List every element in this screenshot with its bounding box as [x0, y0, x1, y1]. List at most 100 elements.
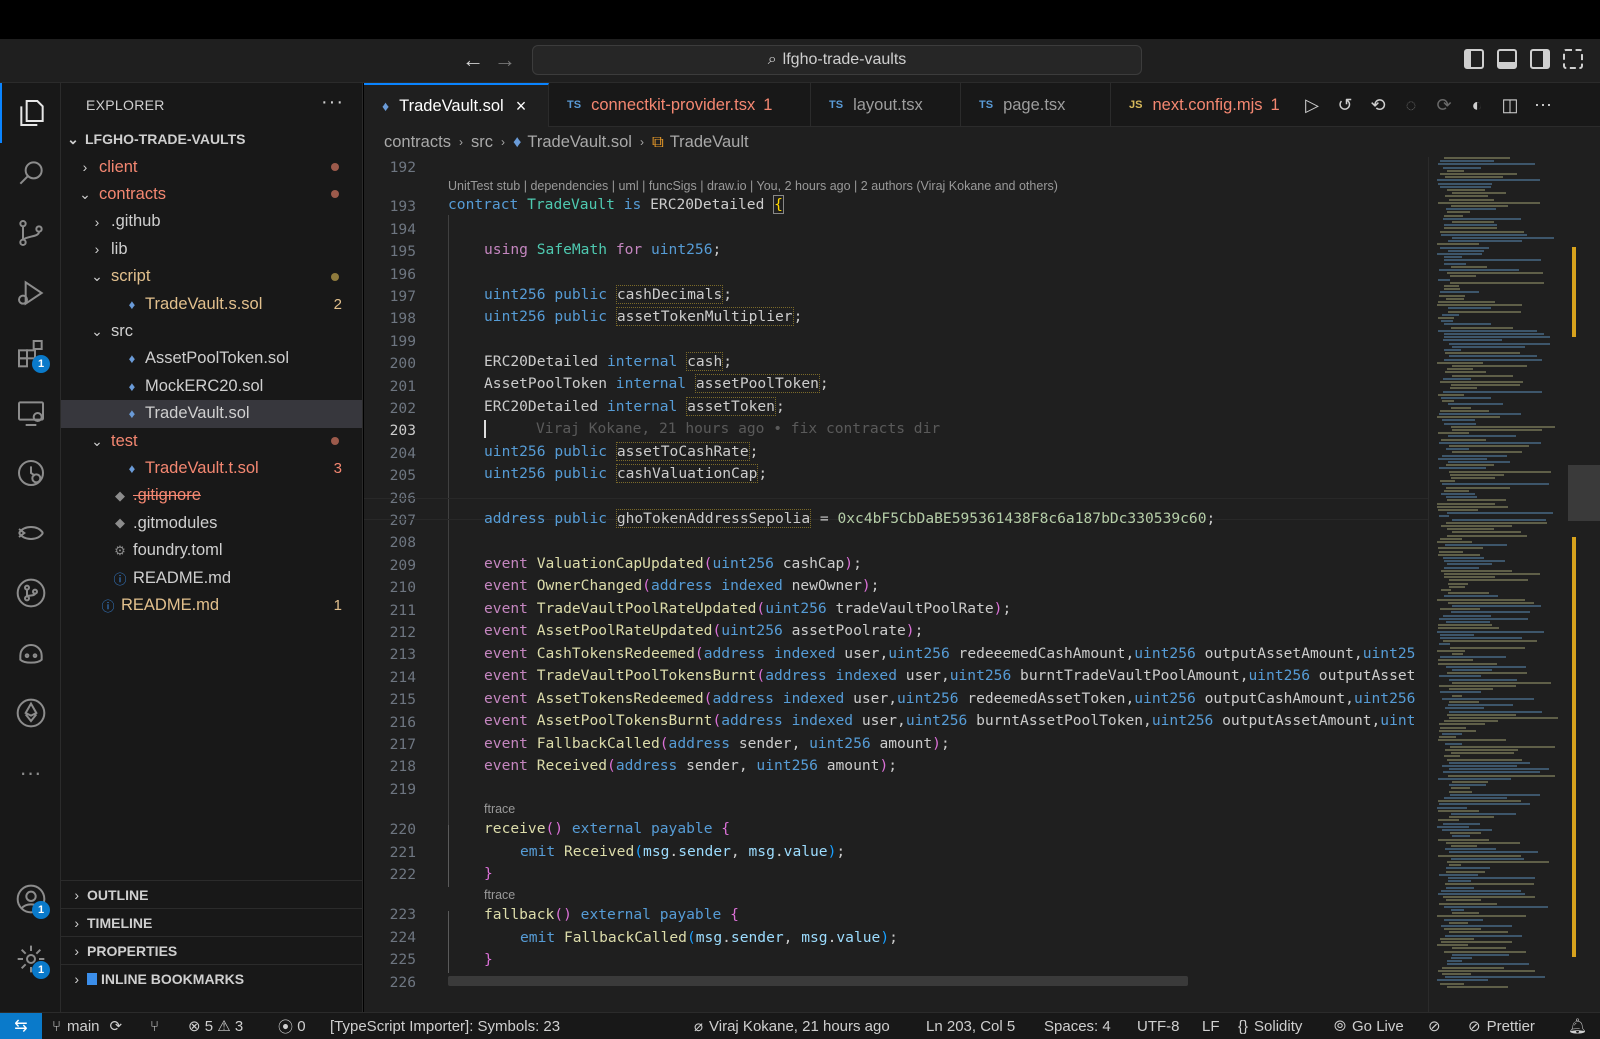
tree-item[interactable]: ⓘ README.md 1	[61, 591, 362, 619]
close-tab-icon[interactable]: ×	[516, 96, 527, 117]
git-graph-icon[interactable]	[0, 563, 61, 623]
outline-section[interactable]: › OUTLINE	[61, 880, 362, 908]
notifications-bell-icon[interactable]: 🔔︎	[1568, 1013, 1587, 1039]
tree-item[interactable]: › client	[61, 153, 362, 181]
function: Received	[536, 757, 608, 774]
remote-indicator[interactable]: ⇆	[0, 1013, 42, 1039]
encoding[interactable]: UTF-8	[1137, 1013, 1180, 1039]
toggle-panel-icon[interactable]	[1497, 49, 1517, 69]
tree-item[interactable]: ◆ .gitignore	[61, 482, 362, 510]
copilot-icon[interactable]	[0, 623, 61, 683]
indentation[interactable]: Spaces: 4	[1044, 1013, 1111, 1039]
customize-layout-icon[interactable]	[1563, 49, 1583, 69]
command-center-search[interactable]: ⌕ lfgho-trade-vaults	[532, 45, 1142, 75]
end-of-line[interactable]: LF	[1202, 1013, 1220, 1039]
run-icon[interactable]: ▷	[1300, 93, 1324, 117]
split-editor-icon[interactable]: ◫	[1498, 93, 1522, 117]
foundry-icon[interactable]	[0, 503, 61, 563]
tree-item[interactable]: ⓘ README.md	[61, 564, 362, 592]
chevron-right-icon: ›	[74, 914, 79, 931]
codelens-ftrace[interactable]: ftrace	[484, 802, 515, 816]
scrollbar-thumb[interactable]	[1568, 465, 1600, 521]
history-icon[interactable]: ↺	[1333, 93, 1357, 117]
tree-item[interactable]: ⌄ test	[61, 427, 362, 455]
minimap-line	[1448, 877, 1535, 879]
tree-item[interactable]: ♦ TradeVault.t.sol 3	[61, 454, 362, 482]
toggle-primary-sidebar-icon[interactable]	[1464, 49, 1484, 69]
sync-icon[interactable]: ⟳	[110, 1017, 123, 1035]
tab-tradevault-sol[interactable]: ♦ TradeVault.sol ×	[364, 83, 549, 127]
minimap[interactable]	[1428, 157, 1568, 1012]
branch-indicator[interactable]: ⑂ main ⟳	[52, 1013, 122, 1039]
tree-item[interactable]: ◆ .gitmodules	[61, 509, 362, 537]
timeline-search-icon[interactable]	[0, 443, 61, 503]
copilot-status-icon[interactable]: ⊘	[1428, 1013, 1441, 1039]
vertical-scrollbar[interactable]	[1568, 157, 1600, 1012]
tree-item[interactable]: › .github	[61, 208, 362, 236]
git-blame-status[interactable]: ⌀ Viraj Kokane, 21 hours ago	[694, 1013, 890, 1039]
problem-count: 1	[333, 596, 342, 614]
toggle-secondary-sidebar-icon[interactable]	[1530, 49, 1550, 69]
tab-page-tsx[interactable]: TS page.tsx	[961, 83, 1111, 127]
ports-indicator[interactable]: ⦿ 0	[278, 1013, 306, 1039]
type: SafeMath	[536, 241, 608, 258]
run-debug-icon[interactable]	[0, 263, 61, 323]
solidity-file-icon: ♦	[382, 98, 390, 114]
accounts-icon[interactable]: 1	[0, 869, 61, 929]
source-control-icon[interactable]	[0, 203, 61, 263]
timeline-section[interactable]: › TIMELINE	[61, 908, 362, 936]
line-number: 218	[389, 758, 416, 776]
tree-item[interactable]: ⌄ script	[61, 263, 362, 291]
minimap-line	[1447, 368, 1473, 371]
forward-arrow-icon[interactable]: →	[492, 47, 518, 73]
next-change-icon[interactable]: ⟳	[1432, 93, 1456, 117]
code-editor[interactable]: 192 193 194 195 196 197 198 199 200 201 202 203 204 2…	[364, 157, 1454, 1012]
ethereum-icon[interactable]	[0, 683, 61, 743]
back-arrow-icon[interactable]: ←	[460, 47, 486, 73]
tree-item[interactable]: ♦ MockERC20.sol	[61, 372, 362, 400]
codelens-ftrace[interactable]: ftrace	[484, 888, 515, 902]
horizontal-scrollbar[interactable]	[448, 976, 1188, 986]
minimap-line	[1440, 537, 1462, 540]
breadcrumb-file[interactable]: TradeVault.sol	[527, 133, 632, 152]
properties-label: PROPERTIES	[87, 942, 178, 959]
tree-item[interactable]: ⌄ src	[61, 317, 362, 345]
extensions-icon[interactable]: 1	[0, 323, 61, 383]
remote-explorer-icon[interactable]	[0, 383, 61, 443]
git-lens-icon[interactable]: ◐	[1465, 93, 1489, 117]
tree-item[interactable]: ♦ AssetPoolToken.sol	[61, 345, 362, 373]
explorer-more-icon[interactable]: ···	[321, 91, 344, 114]
workspace-root[interactable]: ⌄ LFGHO-TRADE-VAULTS	[61, 125, 362, 153]
more-icon[interactable]: ···	[0, 743, 61, 803]
problems-indicator[interactable]: ⊗ 5 ⚠ 3	[188, 1013, 243, 1039]
cursor-position[interactable]: Ln 203, Col 5	[926, 1013, 1015, 1039]
tab-layout-tsx[interactable]: TS layout.tsx	[811, 83, 961, 127]
breadcrumb-symbol[interactable]: TradeVault	[670, 133, 749, 152]
tab-connectkit-provider[interactable]: TS connectkit-provider.tsx 1	[549, 83, 811, 127]
minimap-line	[1439, 902, 1497, 905]
breadcrumb-contracts[interactable]: contracts	[384, 133, 451, 152]
prettier-status[interactable]: ⊘ Prettier	[1468, 1013, 1535, 1039]
inline-bookmarks-section[interactable]: › INLINE BOOKMARKS	[61, 964, 362, 992]
settings-gear-icon[interactable]: 1	[0, 929, 61, 989]
explorer-icon[interactable]	[0, 83, 61, 143]
codelens[interactable]: UnitTest stub | dependencies | uml | fun…	[448, 179, 1058, 193]
search-icon[interactable]	[0, 143, 61, 203]
editor-more-icon[interactable]: ⋯	[1531, 93, 1555, 117]
breadcrumb-src[interactable]: src	[471, 133, 493, 152]
keyword: indexed	[721, 577, 783, 594]
properties-section[interactable]: › PROPERTIES	[61, 936, 362, 964]
go-live-button[interactable]: ⦾ Go Live	[1334, 1013, 1404, 1039]
tree-item[interactable]: ♦ TradeVault.sol	[61, 399, 362, 428]
typescript-importer-status[interactable]: [TypeScript Importer]: Symbols: 23	[330, 1013, 560, 1039]
tree-item[interactable]: ⚙ foundry.toml	[61, 537, 362, 565]
tree-item[interactable]: › lib	[61, 235, 362, 263]
tree-item[interactable]: ⌄ contracts	[61, 180, 362, 208]
git-graph-status-icon[interactable]: ⑂	[150, 1013, 159, 1039]
tab-next-config[interactable]: JS next.config.mjs 1	[1111, 83, 1291, 127]
revert-change-icon[interactable]: ◌	[1399, 93, 1423, 117]
minimap-line	[1444, 358, 1542, 361]
previous-change-icon[interactable]: ⟲	[1366, 93, 1390, 117]
language-mode[interactable]: {} Solidity	[1238, 1013, 1302, 1039]
tree-item[interactable]: ♦ TradeVault.s.sol 2	[61, 290, 362, 318]
